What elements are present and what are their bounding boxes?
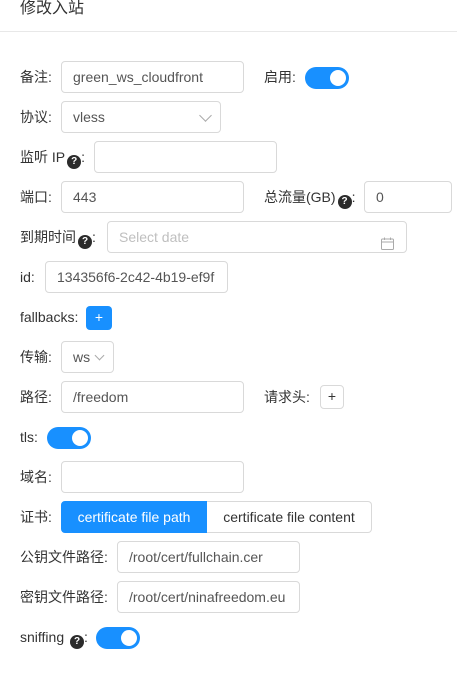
total-traffic-input[interactable]: 0 [364,181,452,213]
protocol-label: 协议: [20,109,52,125]
switch-knob [330,70,346,86]
listen-ip-label: 监听 IP?: [20,147,85,169]
id-input[interactable]: 134356f6-2c42-4b19-ef9f [45,261,228,293]
transport-select[interactable]: ws [61,341,114,373]
sniffing-label: sniffing ?: [20,627,88,649]
add-fallback-button[interactable]: + [86,306,112,330]
enable-switch[interactable] [305,67,349,89]
switch-knob [121,630,137,646]
question-icon: ? [67,155,82,169]
request-header-label: 请求头: [264,389,310,405]
port-label: 端口: [20,189,52,205]
protocol-value: vless [73,109,105,125]
sniffing-label-text: sniffing [20,629,65,645]
listen-ip-input[interactable] [94,141,277,173]
modal-header: 修改入站 [0,0,457,32]
chevron-down-icon [94,350,105,361]
private-key-path-label: 密钥文件路径: [20,589,108,605]
domain-input[interactable] [61,461,244,493]
remark-input[interactable]: green_ws_cloudfront [61,61,244,93]
path-input[interactable]: /freedom [61,381,244,413]
public-key-path-label: 公钥文件路径: [20,549,108,565]
remark-label: 备注: [20,69,52,85]
listen-ip-label-text: 监听 IP [20,149,66,165]
cert-option-file-path[interactable]: certificate file path [61,501,207,533]
domain-label: 域名: [20,469,52,485]
label-colon: : [81,149,86,165]
label-colon: : [84,629,88,645]
sniffing-switch[interactable] [96,627,140,649]
public-key-path-input[interactable]: /root/cert/fullchain.cer [117,541,300,573]
switch-knob [72,430,88,446]
chevron-down-icon [199,109,212,122]
label-colon: : [351,189,356,205]
transport-label: 传输: [20,349,52,365]
cert-option-file-content[interactable]: certificate file content [207,501,372,533]
enable-label: 启用: [264,69,296,85]
protocol-select[interactable]: vless [61,101,221,133]
total-traffic-label: 总流量(GB)?: [264,187,355,209]
private-key-path-input[interactable]: /root/cert/ninafreedom.eu [117,581,300,613]
id-label: id: [20,269,35,285]
total-traffic-label-text: 总流量(GB) [264,189,336,205]
cert-label: 证书: [20,509,52,525]
question-icon: ? [78,235,92,249]
expiry-datepicker[interactable]: Select date [107,221,407,253]
port-input[interactable]: 443 [61,181,244,213]
label-colon: : [92,229,96,245]
expiry-label: 到期时间?: [20,227,96,249]
question-icon: ? [70,635,84,649]
expiry-placeholder: Select date [119,229,190,245]
path-label: 路径: [20,389,52,405]
question-icon: ? [337,195,352,209]
calendar-icon [381,230,394,252]
transport-value: ws [73,349,91,365]
tls-switch[interactable] [47,427,91,449]
fallbacks-label: fallbacks: [20,309,79,325]
add-header-button[interactable]: + [320,385,344,409]
modal-title: 修改入站 [20,0,85,17]
tls-label: tls: [20,429,38,445]
expiry-label-text: 到期时间 [20,229,76,245]
